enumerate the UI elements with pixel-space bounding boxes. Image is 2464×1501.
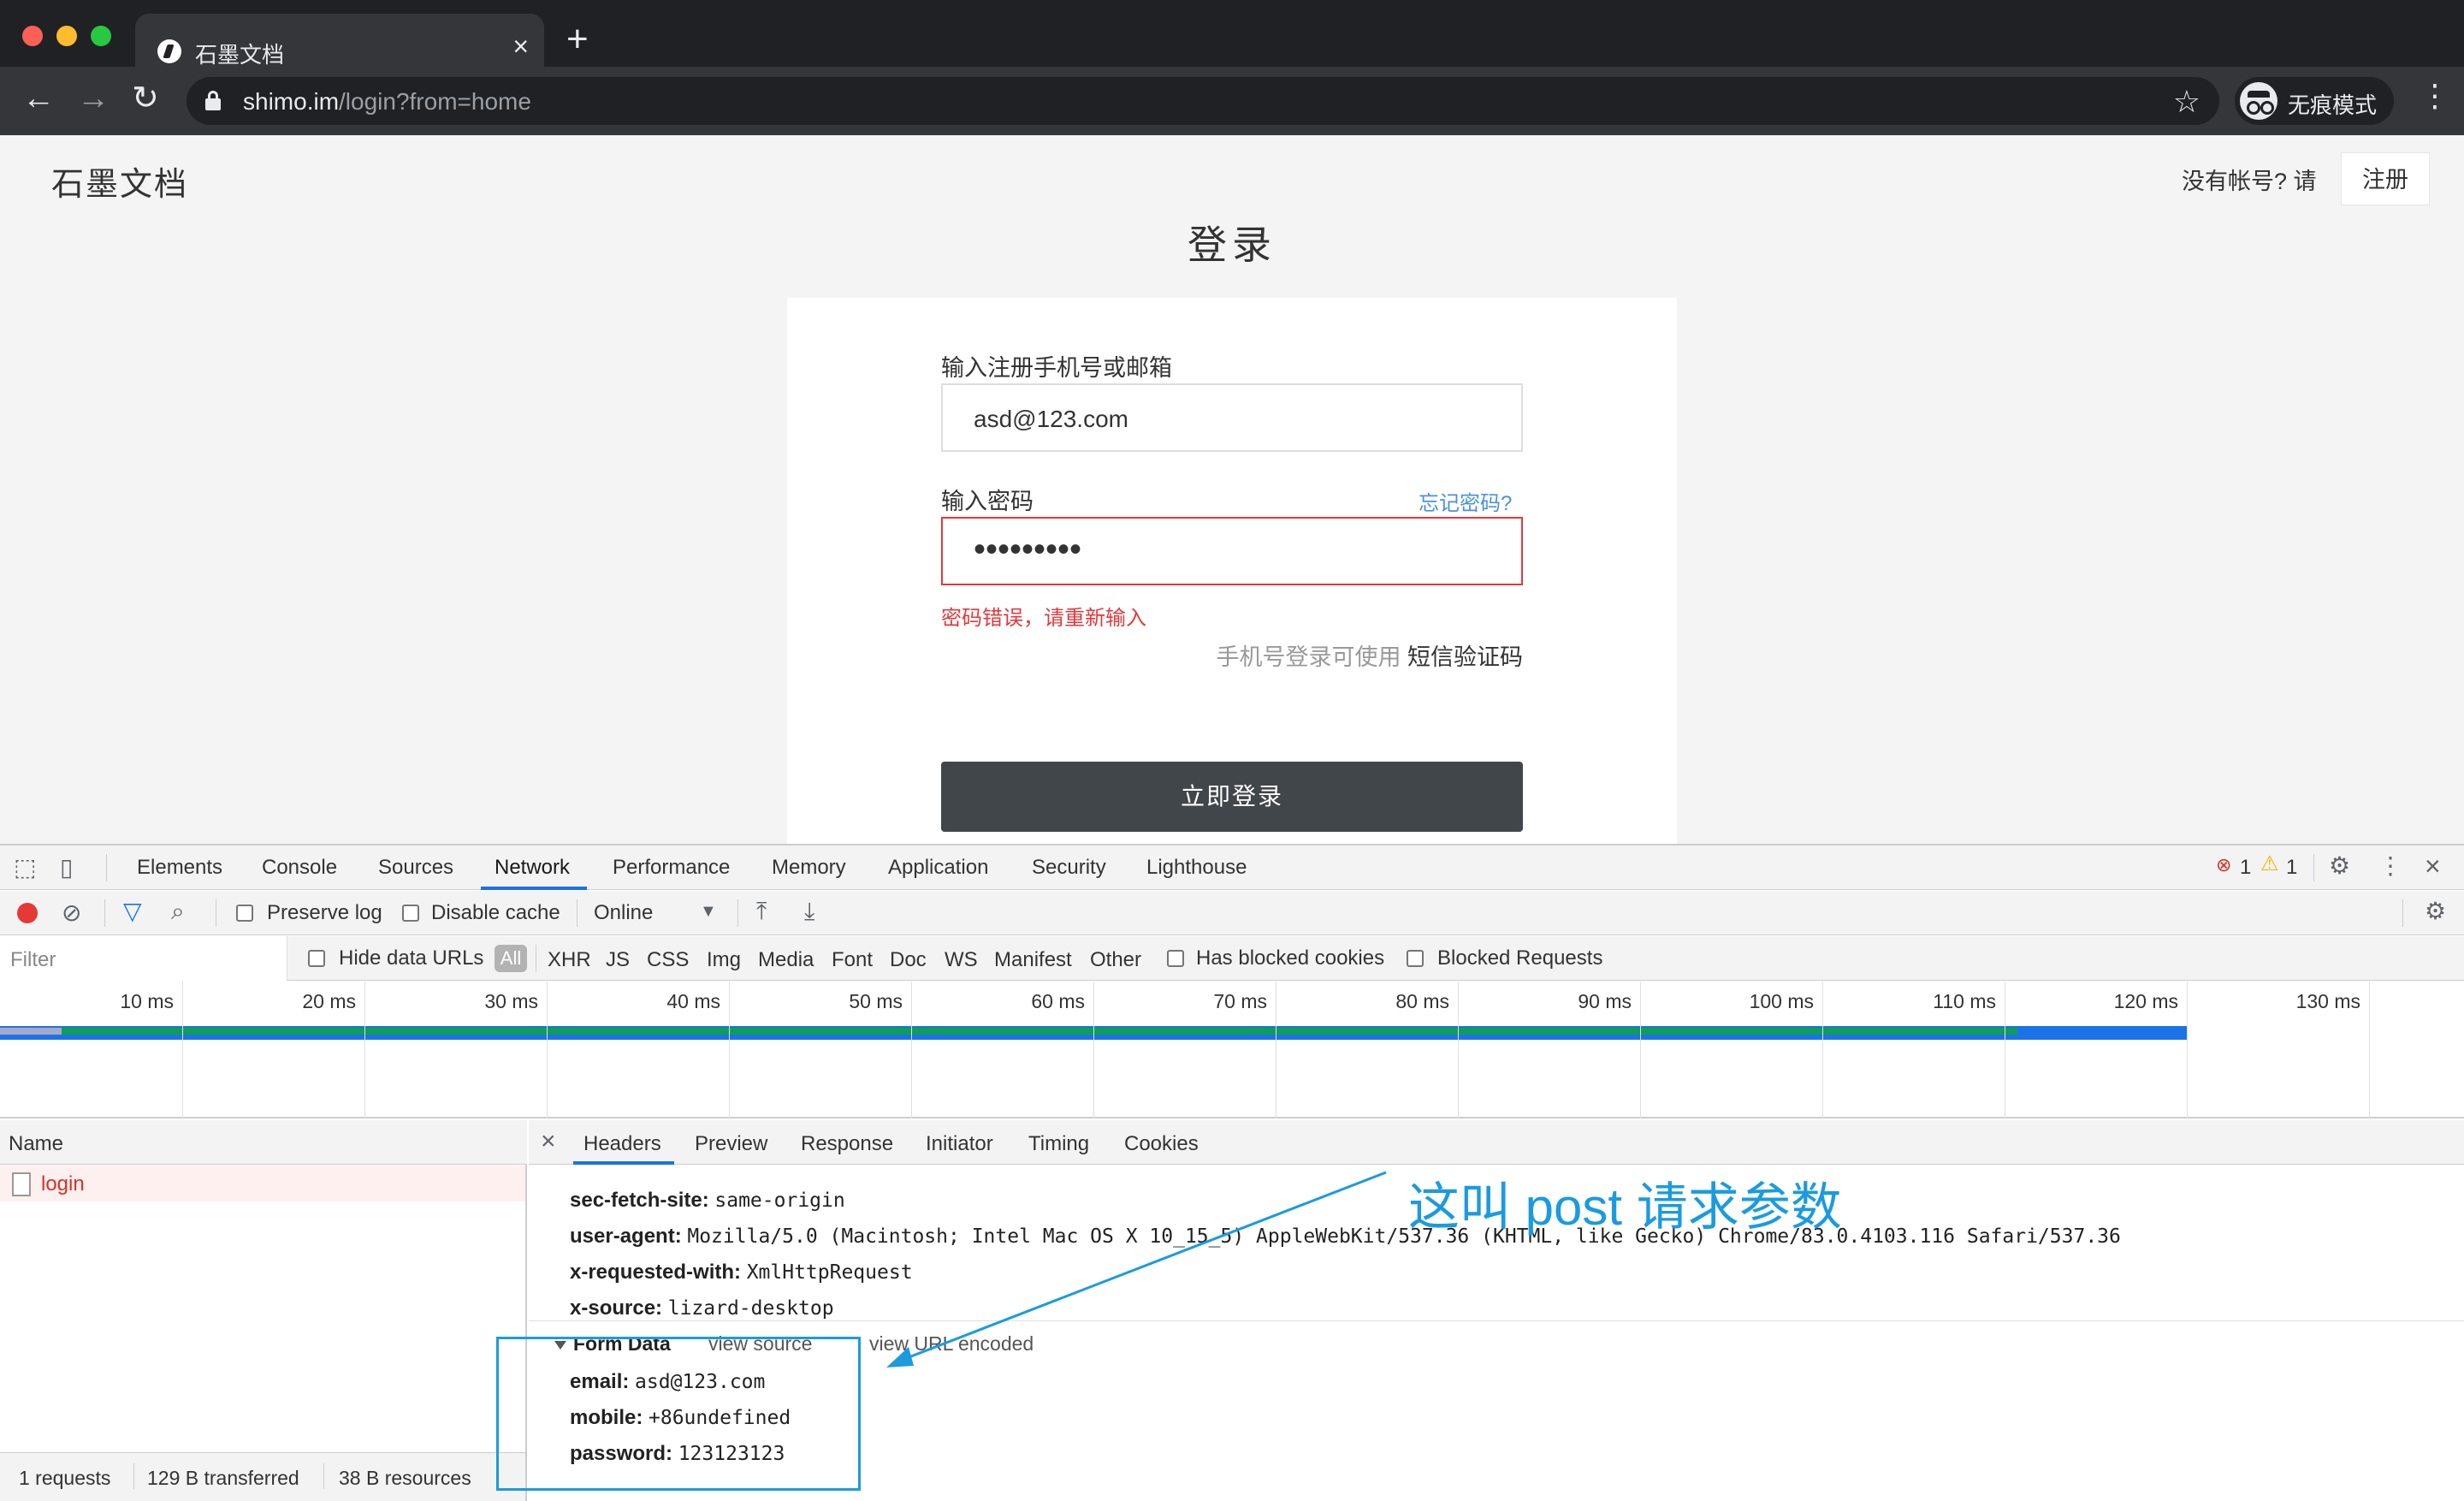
annotation-arrow bbox=[886, 1171, 1387, 1368]
annotation-text: 这叫 post 请求参数 bbox=[1408, 1178, 1842, 1236]
screenshot-root: 石墨文档 × + ← → ↻ shimo.im/login?from=home … bbox=[0, 0, 2464, 1501]
